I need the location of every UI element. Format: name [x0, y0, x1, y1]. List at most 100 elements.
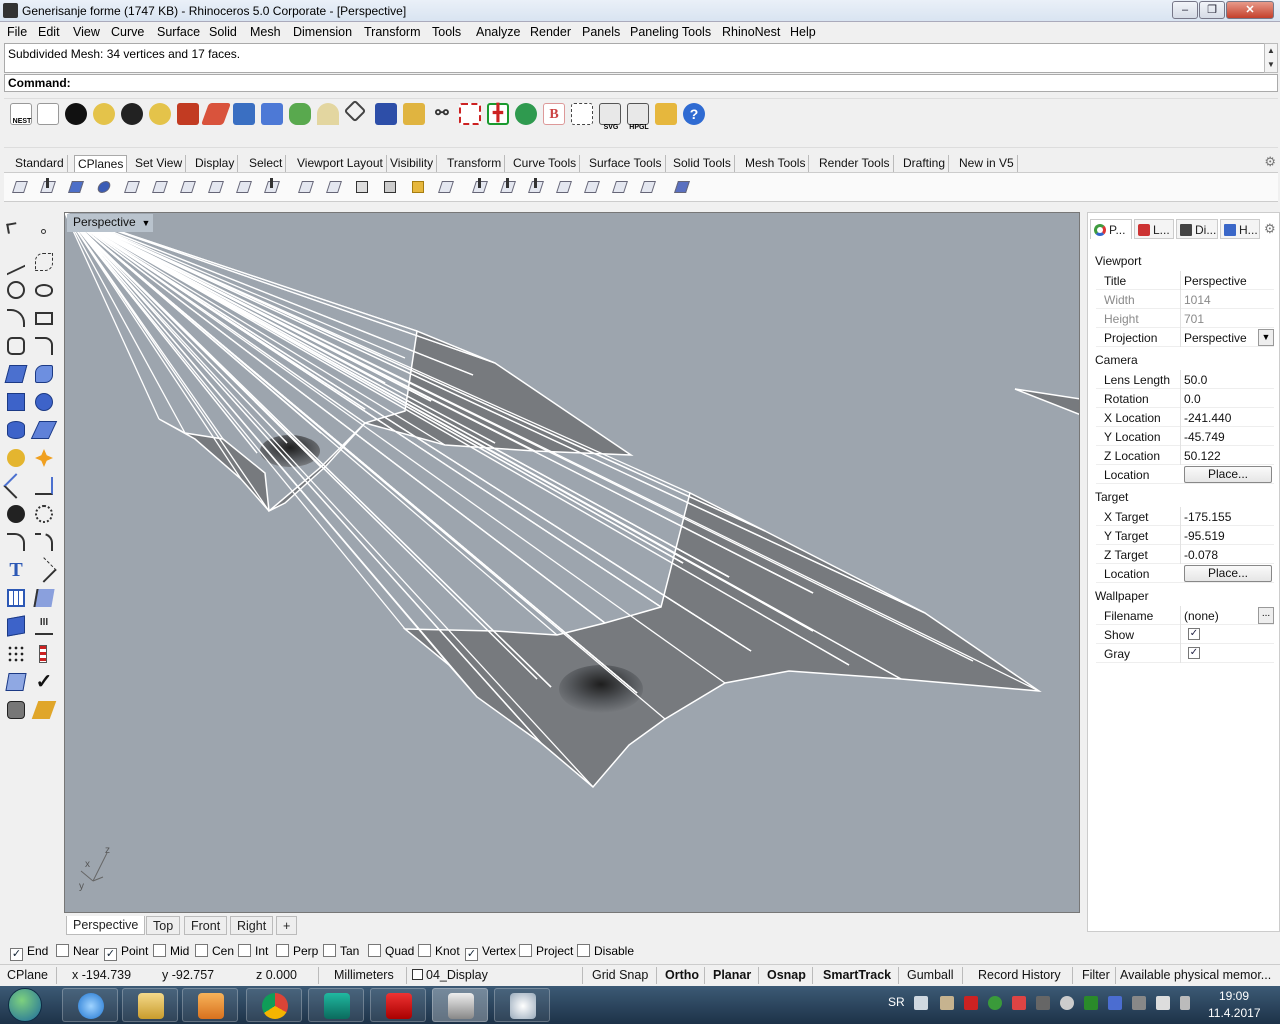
cplane-origin-icon[interactable]	[10, 178, 30, 198]
fillet-icon[interactable]	[4, 530, 28, 554]
help-icon[interactable]: ?	[683, 103, 705, 125]
save-svg-icon[interactable]: SVG	[599, 103, 621, 131]
solid-box-icon[interactable]	[4, 390, 28, 414]
tab-cplanes[interactable]: CPlanes	[74, 155, 128, 172]
toolbar-settings-gear-icon[interactable]: ⚙	[1264, 154, 1276, 170]
osnap-checkbox[interactable]: ✓	[10, 948, 23, 961]
tab-set-view[interactable]: Set View	[132, 155, 187, 172]
start-button-icon[interactable]	[8, 988, 42, 1022]
minimize-button[interactable]: –	[1172, 1, 1198, 19]
extrude-curve-icon[interactable]	[32, 362, 56, 386]
solid-sphere-icon[interactable]	[32, 390, 56, 414]
viewport-tab-front[interactable]: Front	[184, 916, 228, 935]
cplane-rotate-icon[interactable]	[296, 178, 316, 198]
edge-mesh[interactable]	[1014, 388, 1080, 416]
tab-new-in-v5[interactable]: New in V5	[956, 155, 1018, 172]
document-lines-icon[interactable]	[37, 103, 59, 125]
cplane-previous-icon[interactable]	[554, 178, 574, 198]
polygon-icon[interactable]	[4, 334, 28, 358]
cplane-vertical-icon[interactable]	[262, 178, 282, 198]
update-tray-icon[interactable]	[988, 996, 1002, 1010]
folders-icon[interactable]	[403, 103, 425, 125]
viewport-tab-top[interactable]: Top	[146, 916, 181, 935]
projection-dropdown-icon[interactable]: ▼	[1258, 329, 1274, 346]
osnap-quad[interactable]: Quad	[368, 944, 414, 958]
cplane-sphere-icon[interactable]	[94, 178, 114, 198]
rectangle-icon[interactable]	[32, 306, 56, 330]
camera-place-button[interactable]: Place...	[1184, 466, 1272, 483]
chamfer-icon[interactable]	[32, 530, 56, 554]
arc-icon[interactable]	[4, 306, 28, 330]
close-button[interactable]: ✕	[1226, 1, 1274, 19]
array-linear-icon[interactable]	[32, 642, 56, 666]
fillet-curve-icon[interactable]	[32, 334, 56, 358]
tab-curve-tools[interactable]: Curve Tools	[510, 155, 581, 172]
upper-mesh[interactable]	[65, 213, 634, 513]
status-gumball[interactable]: Gumball	[907, 968, 954, 982]
point-icon[interactable]	[32, 220, 56, 244]
color-pick-icon[interactable]	[515, 103, 537, 125]
tray-network-icon[interactable]	[1132, 996, 1146, 1010]
panel-tab-properties[interactable]: P...	[1090, 219, 1132, 239]
status-ortho[interactable]: Ortho	[665, 968, 699, 982]
menu-solid[interactable]: Solid	[209, 25, 237, 39]
osnap-checkbox[interactable]	[238, 944, 251, 957]
x-location-field[interactable]: -241.440	[1184, 411, 1231, 425]
display-tray-icon[interactable]	[1108, 996, 1122, 1010]
wallpaper-filename-field[interactable]: (none)	[1184, 609, 1219, 623]
open-folder-icon[interactable]	[655, 103, 677, 125]
lower-mesh[interactable]	[65, 213, 1042, 789]
osnap-checkbox[interactable]	[519, 944, 532, 957]
osnap-perp[interactable]: Perp	[276, 944, 318, 958]
menu-transform[interactable]: Transform	[364, 25, 421, 39]
nvidia-tray-icon[interactable]	[1084, 996, 1098, 1010]
osnap-disable[interactable]: Disable	[577, 944, 634, 958]
taskbar-media-player[interactable]	[182, 988, 238, 1022]
menu-curve[interactable]: Curve	[111, 25, 144, 39]
osnap-cen[interactable]: Cen	[195, 944, 234, 958]
taskbar-3dsmax[interactable]	[308, 988, 364, 1022]
tab-surface-tools[interactable]: Surface Tools	[586, 155, 666, 172]
wallpaper-show-checkbox[interactable]: ✓	[1188, 628, 1200, 640]
viewport-title-field[interactable]: Perspective	[1184, 274, 1247, 288]
menu-mesh[interactable]: Mesh	[250, 25, 281, 39]
tray-tool-icon[interactable]	[1036, 996, 1050, 1010]
blue-box-icon[interactable]	[261, 103, 283, 125]
osnap-checkbox[interactable]	[577, 944, 590, 957]
link-chain-icon[interactable]: ⚯	[431, 103, 453, 125]
tab-visibility[interactable]: Visibility	[387, 155, 438, 172]
blue-mesh-icon[interactable]	[375, 103, 397, 125]
osnap-checkbox[interactable]: ✓	[104, 948, 117, 961]
osnap-checkbox[interactable]	[323, 944, 336, 957]
circle-icon[interactable]	[4, 278, 28, 302]
tab-standard[interactable]: Standard	[12, 155, 68, 172]
menu-file[interactable]: File	[7, 25, 27, 39]
panel-settings-gear-icon[interactable]: ⚙	[1264, 221, 1276, 237]
status-planar[interactable]: Planar	[713, 968, 751, 982]
osnap-checkbox[interactable]	[418, 944, 431, 957]
osnap-vertex[interactable]: ✓ Vertex	[465, 944, 516, 961]
curve-from-object-icon[interactable]	[32, 586, 56, 610]
cplane-forward-icon[interactable]	[638, 178, 658, 198]
osnap-near[interactable]: Near	[56, 944, 99, 958]
cplane-up-icon[interactable]	[526, 178, 546, 198]
cplane-back-icon[interactable]	[610, 178, 630, 198]
nest-icon[interactable]: NEST	[10, 103, 32, 125]
cylinder-icon[interactable]	[4, 418, 28, 442]
cursor-triangle-icon[interactable]	[343, 99, 367, 123]
cplane-object-icon[interactable]	[66, 178, 86, 198]
curve-cv-icon[interactable]	[32, 250, 56, 274]
osnap-checkbox[interactable]	[368, 944, 381, 957]
green-shape-icon[interactable]	[289, 103, 311, 125]
nest-multi-icon[interactable]	[149, 103, 171, 125]
osnap-mid[interactable]: Mid	[153, 944, 189, 958]
boolean-union-icon[interactable]	[4, 502, 28, 526]
status-layer[interactable]: 04_Display	[412, 968, 488, 982]
red-bounding-box-icon[interactable]	[459, 103, 481, 125]
y-target-field[interactable]: -95.519	[1184, 529, 1225, 543]
arc-lines-icon[interactable]	[317, 103, 339, 125]
osnap-checkbox[interactable]: ✓	[465, 948, 478, 961]
osnap-checkbox[interactable]	[195, 944, 208, 957]
explode-icon[interactable]	[32, 446, 56, 470]
lens-length-field[interactable]: 50.0	[1184, 373, 1207, 387]
